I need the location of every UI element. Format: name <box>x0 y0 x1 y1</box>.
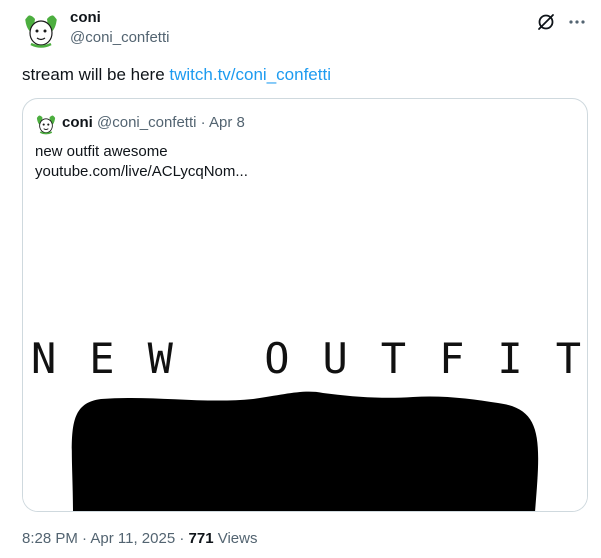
quote-header: coni @coni_confetti · Apr 8 <box>62 114 245 132</box>
quote-separator: · <box>196 114 209 131</box>
tweet-link[interactable]: twitch.tv/coni_confetti <box>169 65 331 84</box>
grok-icon[interactable] <box>536 12 556 32</box>
quote-media-image[interactable]: NEW OUTFIT <box>23 199 587 511</box>
author-display-name[interactable]: coni <box>70 9 101 27</box>
tweet-date[interactable]: Apr 11, 2025 <box>90 530 175 547</box>
tweet-text-body: stream will be here <box>22 65 170 84</box>
quote-text-line: new outfit awesome <box>35 143 168 160</box>
quote-link: youtube.com/live/ACLycqNom... <box>35 163 248 180</box>
views-count: 771 <box>188 530 214 547</box>
tweet-time[interactable]: 8:28 PM <box>22 530 78 547</box>
footer-separator: · <box>175 530 189 547</box>
tweet-footer: 8:28 PM · Apr 11, 2025 · 771 Views <box>22 530 257 548</box>
quote-author-avatar[interactable] <box>35 113 57 135</box>
more-icon[interactable] <box>568 14 586 30</box>
quoted-tweet[interactable]: coni @coni_confetti · Apr 8 new outfit a… <box>22 98 588 512</box>
cartoon-face-avatar-icon <box>35 113 57 135</box>
tweet-text: stream will be here twitch.tv/coni_confe… <box>22 64 331 86</box>
quote-author-handle[interactable]: @coni_confetti <box>97 114 196 131</box>
footer-separator: · <box>77 530 91 547</box>
quote-date[interactable]: Apr 8 <box>209 114 245 131</box>
quote-text: new outfit awesome youtube.com/live/ACLy… <box>35 142 248 182</box>
views-label: Views <box>213 530 258 547</box>
author-avatar[interactable] <box>22 11 60 49</box>
quote-author-name[interactable]: coni <box>62 114 93 131</box>
cartoon-face-avatar-icon <box>22 11 60 49</box>
author-handle[interactable]: @coni_confetti <box>70 29 169 47</box>
